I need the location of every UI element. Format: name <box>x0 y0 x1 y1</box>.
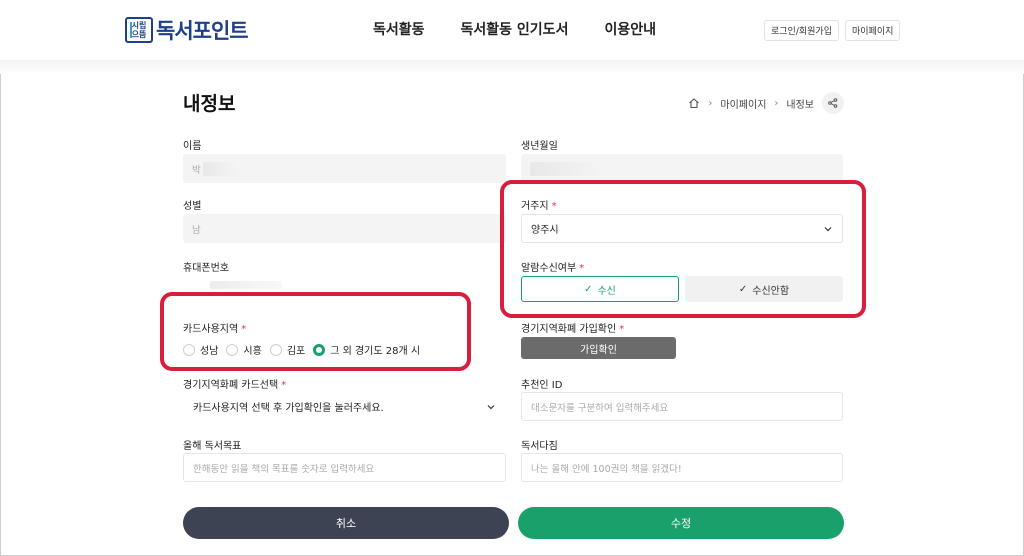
pledge-placeholder: 나는 올해 안에 100권의 책을 읽겠다! <box>531 463 682 475</box>
home-icon[interactable] <box>688 97 700 109</box>
birth-field <box>521 154 843 183</box>
breadcrumb-item-mypage[interactable]: 마이페이지 <box>720 96 766 111</box>
goal-label: 올해 독서목표 <box>183 441 242 452</box>
gyeonggi-join-label: 경기지역화폐 가입확인 * <box>521 320 624 335</box>
chevron-right-icon: › <box>708 97 713 109</box>
logo-mark-bottom: 으뜸 <box>131 30 147 39</box>
referrer-input[interactable]: 대소문자를 구분하여 입력해주세요 <box>521 392 843 421</box>
card-select-label: 경기지역화폐 카드선택 * <box>183 376 286 391</box>
phone-redaction <box>210 281 282 289</box>
birth-redaction <box>530 161 600 176</box>
submit-button[interactable]: 수정 <box>518 507 844 539</box>
highlight-box-residence-alarm <box>500 180 866 318</box>
highlight-box-card-region <box>160 292 471 371</box>
nav-item-guide[interactable]: 이용안내 <box>604 19 656 39</box>
nav-item-reading-activity[interactable]: 독서활동 <box>373 19 425 39</box>
logo-mark-top: 시립 <box>131 21 147 30</box>
mypage-button[interactable]: 마이페이지 <box>845 20 901 41</box>
referrer-placeholder: 대소문자를 구분하여 입력해주세요 <box>531 402 669 414</box>
gender-label: 성별 <box>183 201 202 212</box>
name-value: 박 <box>192 164 201 176</box>
chevron-down-icon <box>487 404 495 409</box>
header-shadow <box>0 60 1024 74</box>
gyeonggi-join-label-text: 경기지역화폐 가입확인 <box>521 324 617 335</box>
breadcrumb-item-current: 내정보 <box>786 99 814 111</box>
logo-mark-icon: 시립 으뜸 <box>125 17 153 43</box>
site-header: 시립 으뜸 독서포인트 독서활동 독서활동 인기도서 이용안내 로그인/회원가입… <box>0 0 1024 60</box>
gender-field: 남 <box>183 214 506 243</box>
cancel-button[interactable]: 취소 <box>183 507 509 539</box>
main-nav: 독서활동 독서활동 인기도서 이용안내 <box>373 19 656 39</box>
name-label: 이름 <box>183 141 202 152</box>
phone-label: 휴대폰번호 <box>183 263 229 274</box>
referrer-label: 추천인 ID <box>521 380 563 391</box>
name-field: 박 <box>183 154 506 183</box>
page-title: 내정보 <box>183 93 236 115</box>
card-select-dropdown[interactable]: 카드사용지역 선택 후 가입확인을 눌러주세요. <box>183 392 506 421</box>
goal-placeholder: 한해동안 읽을 책의 목표를 숫자로 입력하세요 <box>193 463 375 475</box>
gender-value: 남 <box>192 224 201 236</box>
join-check-button[interactable]: 가입확인 <box>521 337 676 359</box>
breadcrumb: › 마이페이지 › 내정보 <box>688 92 844 114</box>
required-mark: * <box>619 324 625 335</box>
logo-text: 독서포인트 <box>156 19 249 43</box>
name-redaction <box>202 161 237 176</box>
site-logo[interactable]: 시립 으뜸 독서포인트 <box>125 16 249 44</box>
share-button[interactable] <box>822 92 844 114</box>
pledge-label: 독서다짐 <box>521 441 558 452</box>
birth-label: 생년월일 <box>521 141 558 152</box>
chevron-right-icon: › <box>774 97 779 109</box>
required-mark: * <box>281 380 287 391</box>
pledge-input[interactable]: 나는 올해 안에 100권의 책을 읽겠다! <box>521 453 843 482</box>
nav-item-popular-books[interactable]: 독서활동 인기도서 <box>461 19 569 39</box>
card-select-label-text: 경기지역화폐 카드선택 <box>183 380 279 391</box>
login-button[interactable]: 로그인/회원가입 <box>764 20 839 41</box>
card-select-value: 카드사용지역 선택 후 가입확인을 눌러주세요. <box>193 403 384 414</box>
share-icon <box>828 98 838 108</box>
goal-input[interactable]: 한해동안 읽을 책의 목표를 숫자로 입력하세요 <box>183 453 506 482</box>
top-buttons: 로그인/회원가입 마이페이지 <box>764 20 901 41</box>
